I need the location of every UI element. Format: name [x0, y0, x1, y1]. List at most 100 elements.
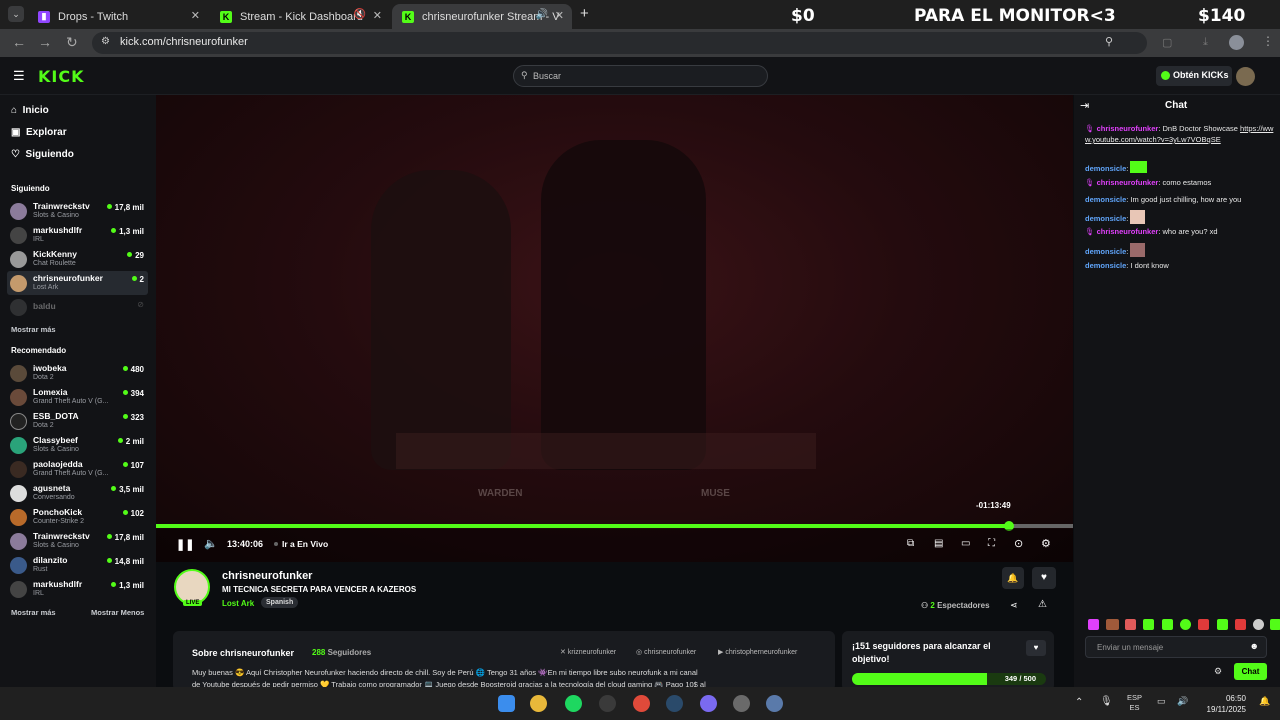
seek-bar[interactable]: [156, 521, 1073, 531]
profile-avatar[interactable]: [1229, 35, 1244, 50]
extensions-icon[interactable]: ▢: [1162, 36, 1172, 49]
tab-drops-twitch[interactable]: ▮ Drops - Twitch ✕: [28, 4, 208, 29]
zoom-icon[interactable]: ⚲: [1105, 35, 1113, 48]
close-tab-icon[interactable]: ✕: [191, 9, 200, 22]
sidebar-item-lomexia[interactable]: Lomexia Grand Theft Auto V (G... 394: [7, 385, 148, 409]
emote-button[interactable]: [1143, 619, 1154, 630]
sidebar-item-trainwreckstv-2[interactable]: Trainwreckstv Slots & Casino 17,8 mil: [7, 529, 148, 553]
sidebar-item-ponchokick[interactable]: PonchoKick Counter-Strike 2 102: [7, 505, 148, 529]
language-tag[interactable]: Spanish: [261, 597, 299, 608]
emote-button[interactable]: [1198, 619, 1209, 630]
pip-icon[interactable]: ⧉: [907, 538, 914, 549]
chat-username[interactable]: demonsicle: [1085, 261, 1126, 270]
chat-username[interactable]: demonsicle: [1085, 247, 1126, 256]
emote-button[interactable]: [1162, 619, 1173, 630]
report-icon[interactable]: ⚠: [1038, 599, 1047, 610]
sidebar-item-chrisneurofunker[interactable]: chrisneurofunker Lost Ark 2: [7, 271, 148, 295]
spotify-icon[interactable]: [565, 695, 582, 712]
emote-button[interactable]: [1106, 619, 1119, 630]
chat-username[interactable]: chrisneurofunker: [1097, 124, 1159, 133]
chat-settings-icon[interactable]: ⚙: [1214, 666, 1222, 677]
social-x[interactable]: ✕ krizneurofunker: [560, 648, 616, 656]
pause-icon[interactable]: ❚❚: [176, 538, 194, 551]
nav-siguiendo[interactable]: ♡ Siguiendo: [11, 149, 74, 160]
video-player[interactable]: WARDEN MUSE -01:13:49: [156, 95, 1073, 562]
emote-button[interactable]: [1235, 619, 1246, 630]
sidebar-item-classybeef[interactable]: Classybeef Slots & Casino 2 mil: [7, 433, 148, 457]
muted-icon[interactable]: 🔇: [354, 9, 366, 20]
new-tab-icon[interactable]: +: [580, 5, 589, 22]
sidebar-item-agusneta[interactable]: agusneta Conversando 3,5 mil: [7, 481, 148, 505]
sidebar-item-markushdlfr[interactable]: markushdlfr IRL 1,3 mil: [7, 223, 148, 247]
url-field[interactable]: ⚙ kick.com/chrisneurofunker ⚲: [92, 32, 1147, 54]
collapse-chat-icon[interactable]: ⇥: [1080, 99, 1089, 112]
chat-username[interactable]: chrisneurofunker: [1097, 227, 1159, 236]
sidebar-item-baldu[interactable]: baldu ⊘: [7, 295, 148, 319]
clock[interactable]: 06:50 19/11/2025: [1200, 693, 1246, 715]
sidebar-item-dilanzito[interactable]: dilanzito Rust 14,8 mil: [7, 553, 148, 577]
reload-icon[interactable]: ↻: [66, 34, 78, 51]
emote-button[interactable]: [1217, 619, 1228, 630]
tab-kick-dashboard[interactable]: K Stream - Kick Dashboard 🔇 ✕: [210, 4, 390, 29]
sidebar-item-paolaojedda[interactable]: paolaojedda Grand Theft Auto V (G... 107: [7, 457, 148, 481]
show-less-recommended[interactable]: Mostrar Menos: [91, 608, 144, 617]
sidebar-item-iwobeka[interactable]: iwobeka Dota 2 480: [7, 361, 148, 385]
steam-icon[interactable]: [666, 695, 683, 712]
chat-username[interactable]: demonsicle: [1085, 214, 1126, 223]
show-more-recommended[interactable]: Mostrar más: [11, 608, 56, 617]
fullscreen-icon[interactable]: ⛶: [988, 538, 995, 549]
obs-icon[interactable]: [599, 695, 616, 712]
chat-send-button[interactable]: Chat: [1234, 663, 1267, 680]
follow-button[interactable]: ♥: [1032, 567, 1056, 589]
sidebar-item-kickkenny[interactable]: KickKenny Chat Roulette 29: [7, 247, 148, 271]
show-more-following[interactable]: Mostrar más: [11, 325, 56, 334]
network-icon[interactable]: ▭: [1157, 696, 1166, 707]
speed-icon[interactable]: ⊙: [1014, 537, 1023, 550]
share-icon[interactable]: ⋖: [1010, 600, 1018, 611]
microphone-icon[interactable]: 🎙: [1100, 696, 1113, 707]
chrome-icon[interactable]: [530, 695, 547, 712]
hamburger-menu-icon[interactable]: ☰: [13, 68, 25, 84]
downloads-icon[interactable]: ⤓: [1203, 36, 1208, 49]
tab-list-icon[interactable]: ⌄: [8, 6, 24, 22]
goal-heart-button[interactable]: ♥: [1026, 640, 1046, 656]
kick-logo[interactable]: KICK: [38, 67, 85, 86]
go-live-button[interactable]: Ir a En Vivo: [274, 539, 328, 549]
emote-button[interactable]: [1270, 619, 1280, 630]
nav-inicio[interactable]: ⌂ Inicio: [11, 105, 49, 116]
emote-button[interactable]: [1088, 619, 1099, 630]
start-icon[interactable]: [498, 695, 515, 712]
menu-icon[interactable]: ⋮: [1262, 34, 1274, 48]
chat-input[interactable]: Enviar un mensaje ☻: [1085, 636, 1267, 658]
settings-icon[interactable]: ⚙: [1041, 537, 1051, 550]
close-tab-icon[interactable]: ✕: [555, 9, 564, 22]
chrome-active-icon[interactable]: [633, 695, 650, 712]
sidebar-item-trainwreckstv[interactable]: Trainwreckstv Slots & Casino 17,8 mil: [7, 199, 148, 223]
search-input[interactable]: ⚲ Buscar: [513, 65, 768, 87]
chat-username[interactable]: demonsicle: [1085, 195, 1126, 204]
app-icon[interactable]: [766, 695, 783, 712]
tab-kick-stream[interactable]: K chrisneurofunker Stream - V 🔊 ✕: [392, 4, 572, 29]
stream-category[interactable]: Lost Ark: [222, 599, 254, 608]
clip-icon[interactable]: ▤: [934, 538, 943, 549]
emote-button[interactable]: [1125, 619, 1136, 630]
channel-name[interactable]: chrisneurofunker: [222, 570, 312, 582]
emoji-icon[interactable]: ☻: [1250, 641, 1259, 651]
get-kicks-button[interactable]: Obtén KICKs: [1156, 66, 1232, 86]
volume-icon[interactable]: 🔈: [204, 537, 218, 550]
notifications-button[interactable]: 🔔: [1002, 567, 1024, 589]
volume-tray-icon[interactable]: 🔊: [1177, 696, 1188, 707]
forward-icon[interactable]: →: [38, 34, 52, 50]
language-indicator[interactable]: ESP ES: [1127, 693, 1142, 713]
sidebar-item-esb-dota[interactable]: ESB_DOTA Dota 2 323: [7, 409, 148, 433]
settings-app-icon[interactable]: [733, 695, 750, 712]
emote-button[interactable]: [1253, 619, 1264, 630]
notification-bell-icon[interactable]: 🔔: [1259, 696, 1270, 707]
theater-icon[interactable]: ▭: [961, 538, 970, 549]
user-avatar[interactable]: [1236, 67, 1255, 86]
social-instagram[interactable]: ◎ chrisneurofunker: [636, 648, 696, 656]
close-tab-icon[interactable]: ✕: [373, 9, 382, 22]
chat-username[interactable]: demonsicle: [1085, 164, 1126, 173]
site-info-icon[interactable]: ⚙: [101, 36, 110, 47]
sidebar-item-markushdlfr-2[interactable]: markushdlfr IRL 1,3 mil: [7, 577, 148, 601]
